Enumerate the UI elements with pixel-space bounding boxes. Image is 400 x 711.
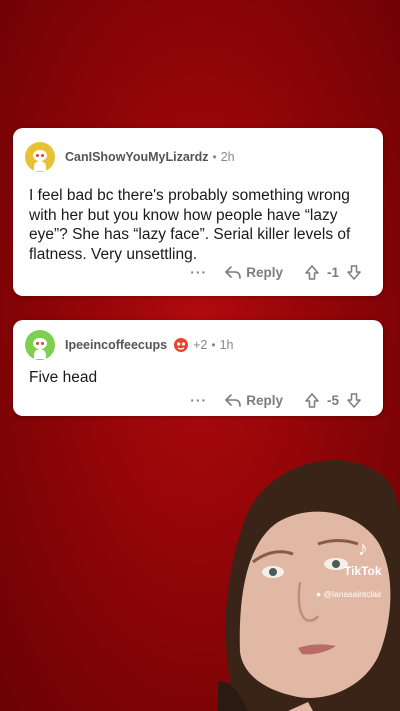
tiktok-logo-icon: ♪ bbox=[357, 538, 368, 560]
comment-time: 2h bbox=[220, 150, 235, 164]
comment-time: 1h bbox=[219, 338, 234, 352]
reply-button[interactable]: Reply bbox=[225, 393, 283, 408]
upvote-icon[interactable] bbox=[305, 392, 319, 408]
upvote-icon[interactable] bbox=[305, 264, 319, 280]
downvote-icon[interactable] bbox=[347, 264, 361, 280]
vote-controls: -5 bbox=[305, 393, 361, 408]
reply-icon bbox=[225, 265, 242, 279]
user-avatar[interactable] bbox=[25, 142, 55, 172]
creator-handle-text: @lanasaintclair bbox=[323, 589, 382, 599]
comment-card-2: Ipeeincoffeecups +2 • 1h Five head ··· R… bbox=[13, 320, 383, 416]
user-avatar[interactable] bbox=[25, 330, 55, 360]
more-options-button[interactable]: ··· bbox=[190, 392, 207, 408]
karma-count: +2 bbox=[193, 338, 208, 352]
reply-icon bbox=[225, 393, 242, 407]
award-badge-icon bbox=[174, 338, 189, 352]
tiktok-watermark: ♪ TikTok bbox=[344, 538, 382, 578]
comment-body: Five head bbox=[29, 369, 98, 386]
comment-actions: ··· Reply -1 bbox=[190, 264, 361, 280]
comment-card-1: CanIShowYouMyLizardz • 2h I feel bad bc … bbox=[13, 128, 383, 296]
vote-score: -1 bbox=[326, 264, 339, 280]
reply-label: Reply bbox=[246, 392, 283, 408]
more-options-button[interactable]: ··· bbox=[190, 264, 207, 280]
separator-dot: • bbox=[211, 338, 216, 352]
comment-body: I feel bad bc there's probably something… bbox=[29, 187, 351, 263]
user-icon: ● bbox=[316, 589, 322, 599]
separator-dot: • bbox=[212, 150, 217, 164]
reply-button[interactable]: Reply bbox=[225, 265, 283, 280]
creator-handle: ● @lanasaintclair bbox=[316, 589, 382, 599]
comment-header: CanIShowYouMyLizardz • 2h bbox=[25, 142, 235, 172]
vote-controls: -1 bbox=[305, 265, 361, 280]
comment-header: Ipeeincoffeecups +2 • 1h bbox=[25, 330, 234, 360]
creator-video-overlay bbox=[218, 452, 400, 711]
comment-username[interactable]: CanIShowYouMyLizardz bbox=[65, 150, 209, 164]
tiktok-brand: TikTok bbox=[344, 564, 382, 578]
reply-label: Reply bbox=[246, 264, 283, 280]
vote-score: -5 bbox=[326, 392, 339, 408]
downvote-icon[interactable] bbox=[347, 392, 361, 408]
comment-actions: ··· Reply -5 bbox=[190, 392, 361, 408]
comment-username[interactable]: Ipeeincoffeecups bbox=[65, 338, 167, 352]
